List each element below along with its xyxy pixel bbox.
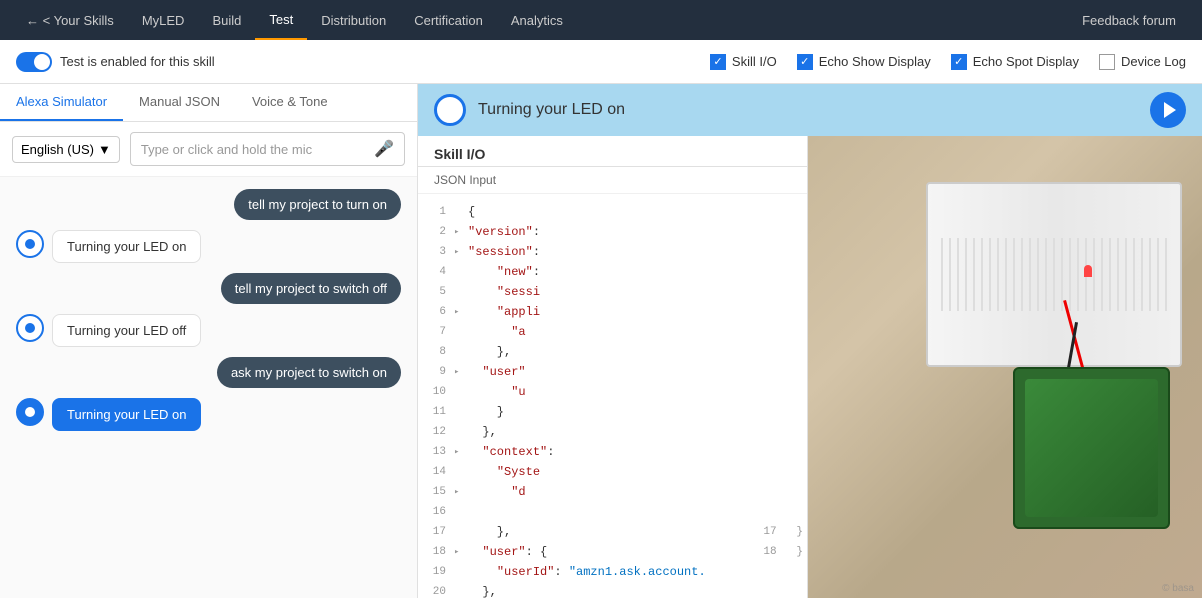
- filter-bar: Skill I/O Echo Show Display Echo Spot Di…: [710, 54, 1186, 70]
- play-button[interactable]: [1150, 92, 1186, 128]
- nav-certification[interactable]: Certification: [400, 0, 497, 40]
- echo-spot-label: Echo Spot Display: [973, 54, 1079, 69]
- alexa-circle-icon: [434, 94, 466, 126]
- alexa-response-bubble: Turning your LED off: [52, 314, 201, 347]
- nav-test[interactable]: Test: [255, 0, 307, 40]
- back-arrow-icon: ←: [26, 13, 39, 28]
- code-line-19: 19 "userId": "amzn1.ask.account.: [418, 562, 807, 582]
- alexa-avatar-active: [16, 398, 44, 426]
- utterance-input[interactable]: Type or click and hold the mic 🎤: [130, 132, 405, 166]
- alexa-icon-inner: [25, 323, 35, 333]
- main-layout: Alexa Simulator Manual JSON Voice & Tone…: [0, 84, 1202, 598]
- nav-your-skills[interactable]: ← < Your Skills: [12, 0, 128, 40]
- chat-message-3: tell my project to switch off: [16, 273, 401, 304]
- filter-echo-spot[interactable]: Echo Spot Display: [951, 54, 1079, 70]
- chat-message-1: tell my project to turn on: [16, 189, 401, 220]
- skill-io-label: Skill I/O: [732, 54, 777, 69]
- code-line-15: 15 ▸ "d: [418, 482, 807, 502]
- right-panel: Turning your LED on Skill I/O JSON Input…: [418, 84, 1202, 598]
- nav-myled[interactable]: MyLED: [128, 0, 199, 40]
- alexa-avatar: [16, 314, 44, 342]
- tab-alexa-simulator[interactable]: Alexa Simulator: [0, 84, 123, 121]
- message-strip: Turning your LED on: [418, 84, 1202, 136]
- alexa-icon-inner-active: [25, 407, 35, 417]
- code-line-7: 7 "a: [418, 322, 807, 342]
- alexa-message-text: Turning your LED on: [478, 101, 1138, 119]
- alexa-response-bubble-active: Turning your LED on: [52, 398, 201, 431]
- echo-spot-checkbox[interactable]: [951, 54, 967, 70]
- chat-message-5: ask my project to switch on: [16, 357, 401, 388]
- test-enabled-toggle[interactable]: [16, 52, 52, 72]
- code-line-14: 14 "Syste: [418, 462, 807, 482]
- code-line-12: 12 },: [418, 422, 807, 442]
- tab-voice-tone[interactable]: Voice & Tone: [236, 84, 344, 121]
- alexa-avatar: [16, 230, 44, 258]
- code-line-11: 11 }: [418, 402, 807, 422]
- code-line-16: 16: [418, 502, 807, 522]
- language-selector[interactable]: English (US) ▼: [12, 136, 120, 163]
- code-line-4: 4 "new":: [418, 262, 807, 282]
- alexa-icon-inner: [25, 239, 35, 249]
- microphone-icon[interactable]: 🎤: [374, 139, 394, 159]
- filter-skill-io[interactable]: Skill I/O: [710, 54, 777, 70]
- sub-nav: Test is enabled for this skill Skill I/O…: [0, 40, 1202, 84]
- language-value: English (US): [21, 142, 94, 157]
- code-line-9: 9 ▸ "user": [418, 362, 807, 382]
- nav-analytics[interactable]: Analytics: [497, 0, 577, 40]
- breadboard-photo: © basa: [808, 136, 1202, 598]
- filter-echo-show[interactable]: Echo Show Display: [797, 54, 931, 70]
- code-line-8: 8 },: [418, 342, 807, 362]
- device-log-checkbox[interactable]: [1099, 54, 1115, 70]
- chat-message-6: Turning your LED on: [16, 398, 401, 431]
- simulator-tabs: Alexa Simulator Manual JSON Voice & Tone: [0, 84, 417, 122]
- tab-manual-json[interactable]: Manual JSON: [123, 84, 236, 121]
- echo-show-label: Echo Show Display: [819, 54, 931, 69]
- mic-placeholder-text: Type or click and hold the mic: [141, 142, 312, 157]
- alexa-response-bubble: Turning your LED on: [52, 230, 201, 263]
- code-line-3: 3 ▸ "session":: [418, 242, 807, 262]
- chat-message-4: Turning your LED off: [16, 314, 401, 347]
- user-bubble: ask my project to switch on: [217, 357, 401, 388]
- code-line-1: 1 {: [418, 202, 807, 222]
- code-line-17: 17 }, 17 }: [418, 522, 807, 542]
- raspberry-pi-component: [1013, 367, 1171, 529]
- user-bubble: tell my project to turn on: [234, 189, 401, 220]
- left-panel: Alexa Simulator Manual JSON Voice & Tone…: [0, 84, 418, 598]
- feedback-link[interactable]: Feedback forum: [1068, 0, 1190, 40]
- chat-message-2: Turning your LED on: [16, 230, 401, 263]
- skill-io-panel: Skill I/O JSON Input 1 { 2 ▸ "version": …: [418, 136, 808, 598]
- test-enabled-label: Test is enabled for this skill: [60, 54, 215, 69]
- code-line-6: 6 ▸ "appli: [418, 302, 807, 322]
- filter-device-log[interactable]: Device Log: [1099, 54, 1186, 70]
- echo-show-checkbox[interactable]: [797, 54, 813, 70]
- breadboard-component: [926, 182, 1182, 367]
- device-log-label: Device Log: [1121, 54, 1186, 69]
- watermark: © basa: [1162, 583, 1194, 594]
- code-line-13: 13 ▸ "context":: [418, 442, 807, 462]
- skill-io-checkbox[interactable]: [710, 54, 726, 70]
- nav-build[interactable]: Build: [198, 0, 255, 40]
- chevron-down-icon: ▼: [98, 142, 111, 157]
- nav-distribution[interactable]: Distribution: [307, 0, 400, 40]
- test-toggle-container: Test is enabled for this skill: [16, 52, 215, 72]
- code-line-20: 20 },: [418, 582, 807, 598]
- top-nav: ← < Your Skills MyLED Build Test Distrib…: [0, 0, 1202, 40]
- hardware-image: © basa: [808, 136, 1202, 598]
- code-line-18: 18 ▸ "user": { 18 }: [418, 542, 807, 562]
- chat-area: tell my project to turn on Turning your …: [0, 177, 417, 598]
- json-input-subtitle: JSON Input: [418, 167, 807, 194]
- input-row: English (US) ▼ Type or click and hold th…: [0, 122, 417, 177]
- led-component: [1084, 265, 1092, 277]
- code-line-2: 2 ▸ "version":: [418, 222, 807, 242]
- content-area: Skill I/O JSON Input 1 { 2 ▸ "version": …: [418, 136, 1202, 598]
- skill-io-title: Skill I/O: [418, 136, 807, 167]
- json-code-content: 1 { 2 ▸ "version": 3 ▸ "session":: [418, 194, 807, 598]
- user-bubble: tell my project to switch off: [221, 273, 401, 304]
- code-line-5: 5 "sessi: [418, 282, 807, 302]
- code-line-10: 10 "u: [418, 382, 807, 402]
